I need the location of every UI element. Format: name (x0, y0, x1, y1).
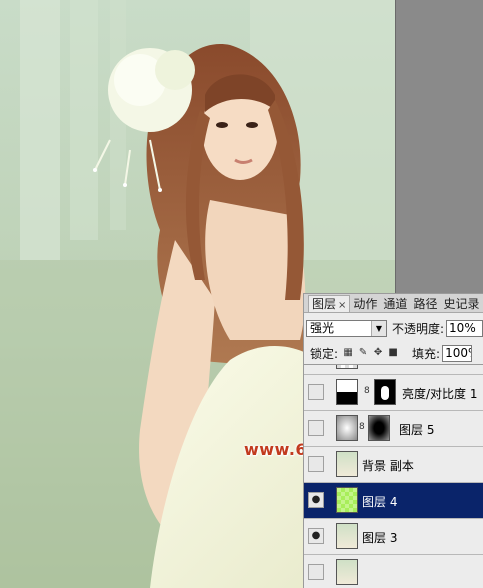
link-icon: 8 (364, 386, 370, 396)
visibility-toggle[interactable] (308, 456, 324, 472)
tab-actions[interactable]: 动作 (350, 296, 380, 312)
lock-row: 锁定: ▦ ✎ ✥ ■ 填充: 100% (306, 344, 483, 362)
visibility-toggle[interactable] (308, 384, 324, 400)
tab-history[interactable]: 史记录 (440, 296, 482, 312)
tab-label: 图层 (312, 297, 337, 311)
tab-layers[interactable]: 图层 × (308, 295, 351, 312)
layer-thumbnail (336, 451, 358, 477)
lock-transparent-icon[interactable]: ▦ (343, 348, 353, 358)
layer-thumbnail (336, 487, 358, 513)
layer-row-layer5[interactable]: 8 图层 5 (304, 411, 483, 447)
chevron-down-icon[interactable]: ▼ (371, 320, 386, 336)
fill-input[interactable]: 100% (442, 344, 473, 362)
mask-thumbnail (374, 379, 396, 405)
layer-row-partial[interactable] (304, 365, 483, 375)
blend-mode-select[interactable]: 强光 ▼ (306, 319, 387, 337)
adjustment-icon (336, 379, 358, 405)
tab-channels[interactable]: 通道 (380, 296, 410, 312)
layer-thumbnail (336, 415, 358, 441)
eye-icon[interactable]: ● (308, 528, 324, 544)
link-icon: 8 (359, 422, 365, 432)
visibility-toggle[interactable] (308, 420, 324, 436)
close-icon[interactable]: × (338, 300, 346, 311)
opacity-label: 不透明度: (392, 321, 445, 336)
layers-list: 8 亮度/对比度 1 8 图层 5 背景 副本 ● 图层 4 ● 图层 3 (304, 364, 483, 588)
canvas-background (395, 0, 483, 295)
mask-thumbnail (368, 415, 390, 441)
opacity-input[interactable]: 10% (446, 319, 483, 337)
tab-paths[interactable]: 路径 (410, 296, 440, 312)
layer-thumbnail (336, 559, 358, 585)
layer-thumbnail (336, 365, 358, 369)
layer-thumbnail (336, 523, 358, 549)
panel-tabs: 图层 × 动作 通道 路径 史记录 (304, 294, 483, 313)
blend-mode-value: 强光 (310, 320, 335, 335)
lock-label: 锁定: (310, 346, 339, 361)
lock-all-icon[interactable]: ■ (388, 348, 398, 358)
layer-name: 图层 3 (362, 531, 398, 545)
lock-move-icon[interactable]: ✥ (373, 348, 383, 358)
layer-row-bg-copy[interactable]: 背景 副本 (304, 447, 483, 483)
layer-name: 图层 4 (362, 495, 398, 509)
lock-brush-icon[interactable]: ✎ (358, 348, 368, 358)
layer-row-layer4[interactable]: ● 图层 4 (304, 483, 483, 519)
layer-row-brightness[interactable]: 8 亮度/对比度 1 (304, 375, 483, 411)
layer-row-partial-bottom[interactable] (304, 555, 483, 588)
fill-label: 填充: (412, 346, 441, 361)
layer-row-layer3[interactable]: ● 图层 3 (304, 519, 483, 555)
layer-name: 图层 5 (399, 423, 435, 437)
visibility-toggle[interactable] (308, 564, 324, 580)
layers-panel: 图层 × 动作 通道 路径 史记录 强光 ▼ 不透明度: 10% 锁定: ▦ ✎ … (303, 293, 483, 588)
layer-name: 亮度/对比度 1 (402, 387, 478, 401)
eye-icon[interactable]: ● (308, 492, 324, 508)
layer-name: 背景 副本 (362, 459, 414, 473)
blend-row: 强光 ▼ 不透明度: 10% (306, 318, 483, 338)
